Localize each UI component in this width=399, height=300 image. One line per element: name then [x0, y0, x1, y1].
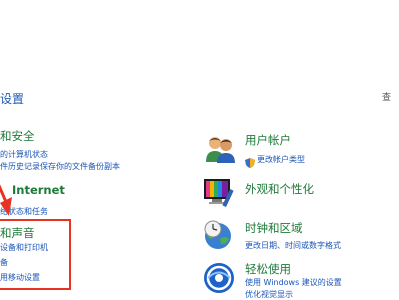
category-system-security-title[interactable]: 和安全	[0, 128, 35, 144]
view-by-link[interactable]: 查	[382, 90, 391, 103]
category-ease-of-access-title[interactable]: 轻松使用	[245, 261, 291, 277]
category-network-internet-title[interactable]: Internet	[12, 183, 65, 197]
appearance-icon[interactable]	[202, 175, 236, 209]
category-user-accounts-title[interactable]: 用户帐户	[245, 132, 291, 148]
page-title: 设置	[0, 92, 25, 106]
category-clock-region-title[interactable]: 时钟和区域	[245, 220, 303, 236]
shield-icon	[245, 153, 255, 168]
category-appearance-title[interactable]: 外观和个性化	[245, 181, 314, 197]
link-computer-status[interactable]: 的计算机状态	[0, 149, 48, 160]
link-change-account-type[interactable]: 更改帐户类型	[257, 154, 305, 165]
ease-of-access-icon[interactable]	[202, 261, 236, 295]
clock-globe-icon[interactable]	[201, 217, 235, 251]
link-windows-recommended-settings[interactable]: 使用 Windows 建议的设置	[245, 277, 342, 288]
link-optimize-visual-display[interactable]: 优化视觉显示	[245, 289, 293, 300]
arrow-annotation-icon	[0, 184, 12, 216]
link-change-date-format[interactable]: 更改日期、时间或数字格式	[245, 240, 341, 251]
users-icon[interactable]	[203, 132, 237, 166]
link-file-history[interactable]: 件历史记录保存你的文件备份副本	[0, 161, 120, 172]
highlight-box	[0, 219, 71, 290]
